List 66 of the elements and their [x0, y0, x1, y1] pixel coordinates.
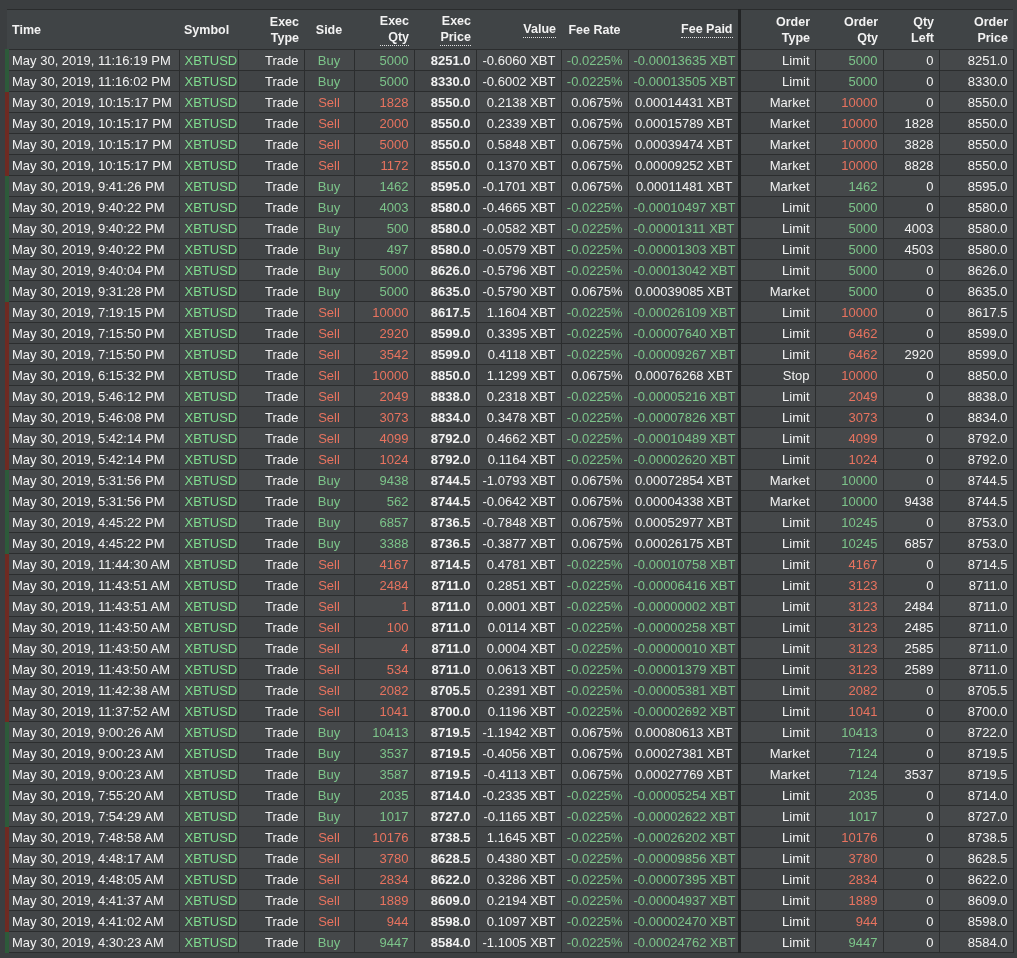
table-cell: May 30, 2019, 7:48:58 AM [7, 826, 179, 848]
table-cell: May 30, 2019, 5:31:56 PM [7, 469, 179, 491]
table-cell: 5000 [354, 49, 414, 71]
table-cell: May 30, 2019, 4:48:17 AM [7, 847, 179, 869]
table-cell: May 30, 2019, 9:00:26 AM [7, 721, 179, 743]
table-cell: May 30, 2019, 9:00:23 AM [7, 763, 179, 785]
table-cell: May 30, 2019, 7:19:15 PM [7, 301, 179, 323]
table-cell: May 30, 2019, 5:42:14 PM [7, 427, 179, 449]
table-cell: May 30, 2019, 4:41:02 AM [7, 910, 179, 932]
table-cell: May 30, 2019, 5:42:14 PM [7, 448, 179, 470]
table-cell: XBTUSD [179, 49, 238, 71]
table-cell: May 30, 2019, 11:43:50 AM [7, 616, 179, 638]
table-cell: May 30, 2019, 10:15:17 PM [7, 91, 179, 113]
column-header: Side [315, 21, 343, 38]
table-cell: -0.00013635 XBT [628, 49, 739, 71]
table-cell: May 30, 2019, 7:55:20 AM [7, 784, 179, 806]
table-cell: May 30, 2019, 4:30:23 AM [7, 931, 179, 953]
table-cell: May 30, 2019, 11:43:50 AM [7, 637, 179, 659]
table-cell: May 30, 2019, 10:15:17 PM [7, 133, 179, 155]
table-cell: May 30, 2019, 9:40:22 PM [7, 196, 179, 218]
table-cell: Buy [304, 49, 354, 71]
table-cell: May 30, 2019, 11:42:38 AM [7, 679, 179, 701]
table-cell: May 30, 2019, 9:40:22 PM [7, 238, 179, 260]
table-cell: May 30, 2019, 9:31:28 PM [7, 280, 179, 302]
table-cell: 0 [883, 49, 939, 71]
table-cell: 5000 [815, 49, 883, 71]
table-cell: May 30, 2019, 9:40:22 PM [7, 217, 179, 239]
table-cell: May 30, 2019, 5:46:08 PM [7, 406, 179, 428]
column-header[interactable]: Value [523, 21, 556, 38]
table-cell: 8251.0 [414, 49, 476, 71]
table-cell: May 30, 2019, 4:41:37 AM [7, 889, 179, 911]
table-cell: Limit [739, 49, 815, 71]
column-header: Time [12, 21, 41, 38]
table-cell: May 30, 2019, 4:48:05 AM [7, 868, 179, 890]
table-cell: May 30, 2019, 11:16:02 PM [7, 70, 179, 92]
table-cell: May 30, 2019, 11:43:50 AM [7, 658, 179, 680]
table-cell: May 30, 2019, 10:15:17 PM [7, 112, 179, 134]
column-header[interactable]: Fee Paid [681, 21, 733, 38]
table-cell: May 30, 2019, 11:44:30 AM [7, 553, 179, 575]
table-cell: May 30, 2019, 11:37:52 AM [7, 700, 179, 722]
table-cell: May 30, 2019, 11:43:51 AM [7, 595, 179, 617]
column-header: Qty Left [911, 13, 934, 46]
table-cell: May 30, 2019, 4:45:22 PM [7, 511, 179, 533]
table-cell: May 30, 2019, 11:43:51 AM [7, 574, 179, 596]
table-cell: May 30, 2019, 9:00:23 AM [7, 742, 179, 764]
column-header: Order Price [973, 13, 1008, 46]
column-header: Symbol [184, 21, 230, 38]
table-cell: May 30, 2019, 9:40:04 PM [7, 259, 179, 281]
table-cell: May 30, 2019, 5:31:56 PM [7, 490, 179, 512]
table-cell: May 30, 2019, 9:41:26 PM [7, 175, 179, 197]
table-cell: May 30, 2019, 7:15:50 PM [7, 343, 179, 365]
table-cell: 8251.0 [939, 49, 1013, 71]
table-cell: May 30, 2019, 4:45:22 PM [7, 532, 179, 554]
table-cell: May 30, 2019, 7:54:29 AM [7, 805, 179, 827]
table-cell: -0.0225% [561, 49, 628, 71]
table-cell: -0.6060 XBT [476, 49, 561, 71]
column-header: Fee Rate [568, 21, 621, 38]
table-cell: May 30, 2019, 10:15:17 PM [7, 154, 179, 176]
column-header: Exec Type [269, 13, 299, 46]
table-cell: May 30, 2019, 6:15:32 PM [7, 364, 179, 386]
table-cell: May 30, 2019, 11:16:19 PM [7, 49, 179, 71]
column-header: Order Qty [843, 13, 878, 46]
column-header: Order Type [775, 13, 810, 46]
table-cell: Trade [238, 49, 304, 71]
table-cell: May 30, 2019, 7:15:50 PM [7, 322, 179, 344]
table-cell: May 30, 2019, 5:46:12 PM [7, 385, 179, 407]
